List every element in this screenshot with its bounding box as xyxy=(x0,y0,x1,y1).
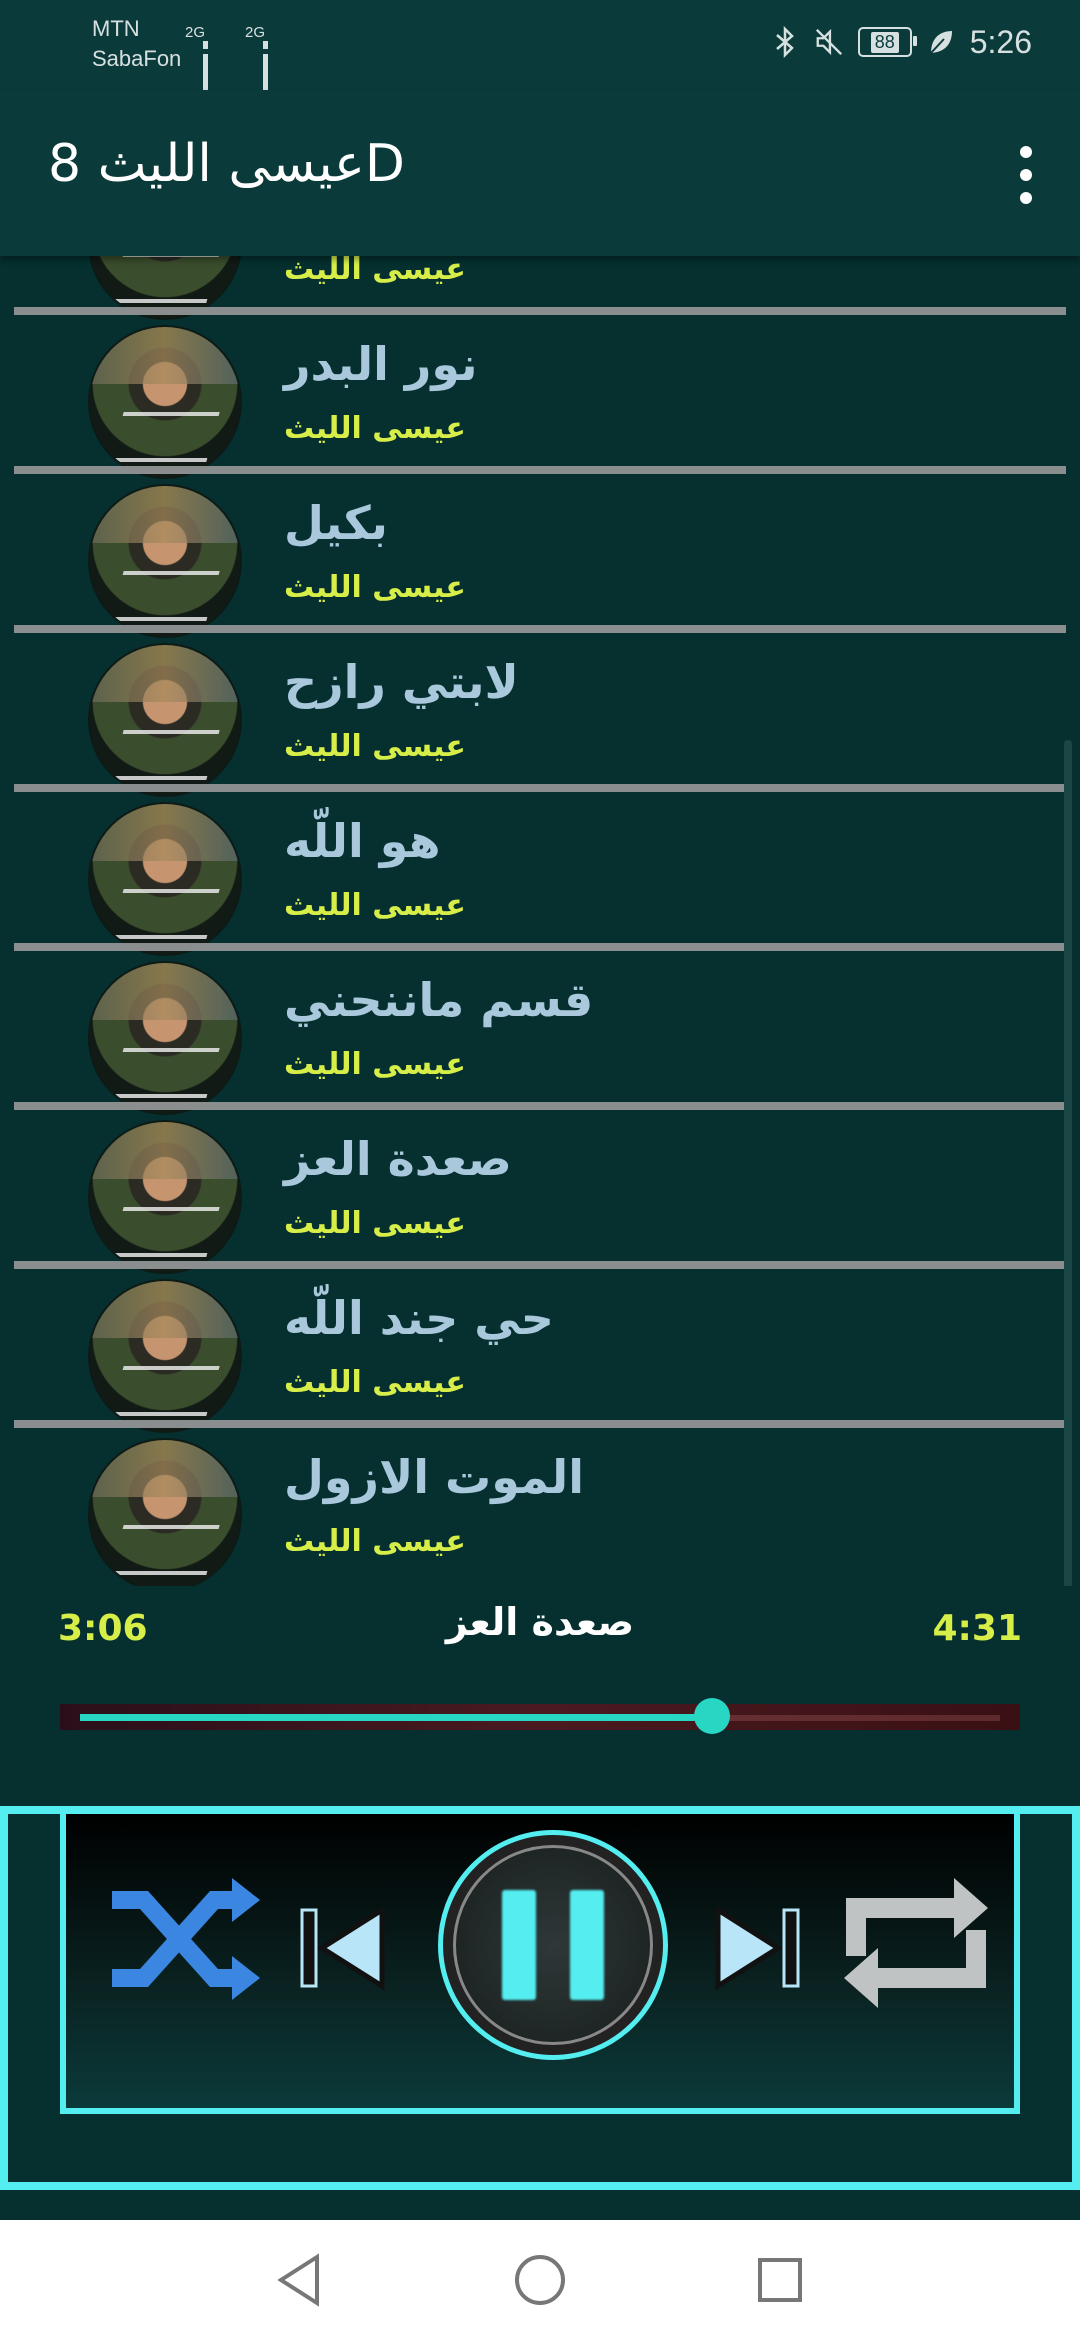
list-item[interactable]: نور البدر عيسى الليث xyxy=(0,315,1080,479)
song-thumbnail xyxy=(88,643,242,797)
song-thumbnail xyxy=(88,1120,242,1274)
back-icon[interactable] xyxy=(270,2250,330,2310)
shuffle-icon[interactable] xyxy=(104,1870,264,2010)
battery-icon: 88 xyxy=(857,27,917,57)
list-item[interactable]: بكيل عيسى الليث xyxy=(0,474,1080,638)
clock: 5:26 xyxy=(969,23,1032,60)
song-artist: عيسى الليث xyxy=(284,1365,466,1400)
song-title: الموت الازول xyxy=(284,1450,584,1504)
song-title: حي جند اللّه xyxy=(284,1291,554,1345)
list-item[interactable]: لابتي رازح عيسى الليث xyxy=(0,633,1080,797)
song-thumbnail xyxy=(88,484,242,638)
carrier-line-1: MTN xyxy=(92,16,140,41)
list-item[interactable]: هو اللّه عيسى الليث xyxy=(0,792,1080,956)
mute-icon xyxy=(814,25,844,59)
song-thumbnail xyxy=(88,325,242,479)
song-title: لابتي رازح xyxy=(284,655,519,709)
divider xyxy=(14,784,1066,792)
skip-next-icon[interactable] xyxy=(708,1898,808,1998)
recents-icon[interactable] xyxy=(750,2250,810,2310)
carrier-name: MTN SabaFon xyxy=(92,14,181,74)
song-artist: عيسى الليث xyxy=(284,1524,466,1559)
network-type-label: 2G xyxy=(185,24,206,41)
divider xyxy=(14,625,1066,633)
list-item[interactable]: حي جند اللّه عيسى الليث xyxy=(0,1269,1080,1433)
now-playing-panel: 3:06 صعدة العز 4:31 xyxy=(0,1586,1080,1786)
song-title: بكيل xyxy=(284,496,388,550)
repeat-icon[interactable] xyxy=(836,1868,996,2018)
seek-thumb[interactable] xyxy=(694,1698,730,1734)
current-song-title: صعدة العز xyxy=(445,1600,635,1644)
divider xyxy=(14,307,1066,315)
song-artist: عيسى الليث xyxy=(284,1206,466,1241)
player-controls xyxy=(0,1806,1080,2190)
divider xyxy=(14,943,1066,951)
song-thumbnail xyxy=(88,961,242,1115)
song-thumbnail xyxy=(88,1279,242,1433)
battery-level: 88 xyxy=(870,31,899,53)
divider xyxy=(14,466,1066,474)
leaf-icon xyxy=(926,25,956,59)
song-title: نور البدر xyxy=(284,337,478,391)
pause-icon[interactable] xyxy=(438,1830,668,2060)
song-artist: عيسى الليث xyxy=(284,256,466,287)
home-icon[interactable] xyxy=(510,2250,570,2310)
list-item[interactable]: عيسى الليث xyxy=(0,256,1080,320)
scrollbar[interactable] xyxy=(1064,740,1072,1586)
app-title: عيسى الليث 8D xyxy=(48,134,405,194)
list-item[interactable]: صعدة العز عيسى الليث xyxy=(0,1110,1080,1274)
carrier-line-2: SabaFon xyxy=(92,46,182,71)
song-thumbnail xyxy=(88,1438,242,1586)
bluetooth-icon xyxy=(770,25,800,59)
song-artist: عيسى الليث xyxy=(284,570,466,605)
divider xyxy=(14,1102,1066,1110)
seek-progress xyxy=(80,1714,712,1721)
total-time: 4:31 xyxy=(932,1608,1022,1649)
divider xyxy=(14,1420,1066,1428)
song-title: صعدة العز xyxy=(284,1132,512,1186)
song-list[interactable]: عيسى الليث نور البدر عيسى الليث بكيل عيس… xyxy=(0,256,1080,1586)
app-bar: عيسى الليث 8D xyxy=(0,90,1080,256)
network-type-label-2: 2G xyxy=(245,24,266,41)
song-artist: عيسى الليث xyxy=(284,888,466,923)
song-artist: عيسى الليث xyxy=(284,729,466,764)
song-artist: عيسى الليث xyxy=(284,411,466,446)
system-nav-bar xyxy=(0,2220,1080,2340)
song-artist: عيسى الليث xyxy=(284,1047,466,1082)
song-title: هو اللّه xyxy=(284,814,441,868)
seek-bar[interactable] xyxy=(60,1698,1020,1734)
list-item[interactable]: الموت الازول عيسى الليث xyxy=(0,1428,1080,1586)
controls-panel xyxy=(60,1814,1020,2114)
status-bar: MTN SabaFon 2G 2G 88 5:26 xyxy=(0,0,1080,114)
skip-previous-icon[interactable] xyxy=(292,1898,392,1998)
song-thumbnail xyxy=(88,802,242,956)
song-title: قسم ماننحني xyxy=(284,973,594,1027)
list-item[interactable]: قسم ماننحني عيسى الليث xyxy=(0,951,1080,1115)
more-vert-icon[interactable] xyxy=(1002,140,1050,210)
divider xyxy=(14,1261,1066,1269)
